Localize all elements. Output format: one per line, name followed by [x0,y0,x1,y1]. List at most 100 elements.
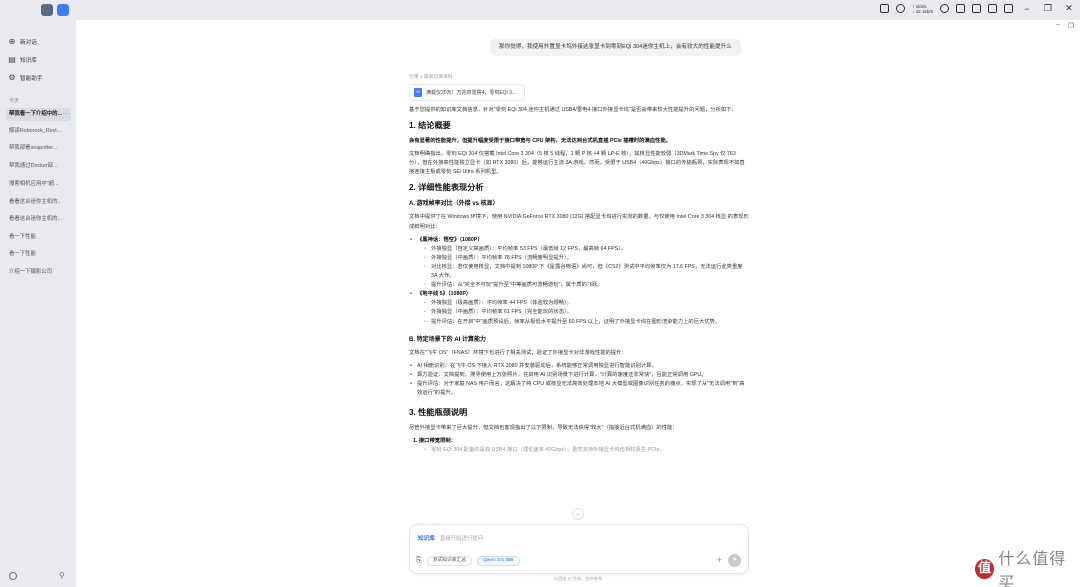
sidebar-item-label: 新对话 [20,40,37,46]
list-item: 提升评估：从"完全不可玩"提升至"中等画质可流畅游玩"，属于质的飞跃。 [423,281,749,290]
watermark-text: 什么值得买 [998,549,1067,587]
summary-text: 文档明确指出，零刻 EQi 304 仅搭载 Intel Core 3 304（5… [409,151,745,176]
conversation-item[interactable]: 帮我看一下介绍中的... ··· [6,108,71,121]
attachment-icon[interactable]: ⎘ [416,557,422,565]
conversation-title: 看一下性能 [9,251,36,257]
watermark: 值 什么值得买 [975,545,1080,587]
list-item: 对比核显：若仅使用核显，文档中提到 1080P 下《星露谷物语》尚可，但《CS2… [423,263,749,281]
tips-icon[interactable]: ⚲ [59,571,65,580]
settings-icon[interactable] [9,572,17,580]
app-launcher-icon[interactable] [41,4,53,16]
maximize-icon[interactable]: ❐ [1068,22,1074,30]
message-icon[interactable] [956,4,965,13]
window-controls: − ❐ [1056,22,1074,30]
send-button[interactable]: ➤ [728,554,741,567]
conversation-title: 帮我部署snapotter... [9,145,58,151]
heading-detail: 2. 详细性能表现分析 [409,183,484,193]
conversation-title: 帮我看一下介绍中的... [9,111,63,117]
more-icon[interactable]: ··· [63,108,68,121]
system-tray: ↑ 1kb/s ↓ 42.1kb/s − ❐ ✕ [880,3,1076,14]
scroll-down-button[interactable]: ⌄ [572,508,584,520]
conversation-title: 看看这台迷你主机的... [9,199,63,205]
list-item: 提升评估：在开启"中"画质预设后，帧率从极低水平提升至 60 FPS 以上，证明… [423,318,749,327]
conversation-item[interactable]: 看看这台迷你主机的... [6,213,71,226]
conversation-item[interactable]: 看一下性能 [6,248,71,261]
notification-icon[interactable] [972,4,981,13]
conversation-title: 帮我通过Docker部... [9,163,58,169]
list-item: 外接独显（中画质）：平均帧率 61 FPS（完全能玩的状态）。 [423,308,749,317]
list-item: 提升评估：对于家庭 NAS 用户而言，这解决了纯 CPU 或核显无法高效处理本地… [409,380,749,398]
conversation-title: 看一下性能 [9,234,36,240]
conversation-item[interactable]: 解读Roborock_Revi... [6,125,71,138]
conversation-title: 介绍一下摄影公司 [9,269,53,275]
minimize-icon[interactable]: − [1020,4,1034,14]
user-icon[interactable] [988,4,997,13]
sidebar-item-new-chat[interactable]: ⊕ 新对话 [8,37,37,47]
close-icon[interactable]: ✕ [1062,3,1076,14]
heading-bottleneck: 3. 性能瓶颈说明 [409,408,468,418]
conversation-title: 解读Roborock_Revi... [9,128,62,134]
network-down-speed: ↓ 42.1kb/s [912,8,933,14]
maximize-icon[interactable]: ❐ [1041,3,1055,14]
game-title: 《地平线 5》（1080P） [417,291,472,298]
answer-intro: 基于您提供的知识库文档信息，针对"零刻 EQi 304 迷你主机通过 USB4/… [409,107,737,113]
sidebar-item-label: 智能助手 [20,76,43,82]
summary-bold: 会有显著的性能提升，但提升幅度受限于接口带宽与 CPU 架构，无法达到台式机直插… [409,138,671,145]
list-item: 算力验证：文档提到，搜寻使用上万张照片，在启用 AI 识别场景下进行计算，"计算… [409,371,749,380]
games-intro: 文档中提供了在 Windows 环境下，使用 NVIDIA GeForce RT… [409,214,749,230]
cloud-icon[interactable] [896,4,906,13]
conversation-item[interactable]: 看看这台迷你主机的... [6,196,71,209]
heading-ai: B. 特定场景下的 AI 计算能力 [409,336,487,343]
list-item: 1. 接口带宽限制： [413,438,456,445]
grid-icon[interactable] [1004,4,1013,13]
heading-summary: 1. 结论概要 [409,121,451,131]
user-message: 那你觉得，我使用外置显卡坞外接这张显卡到零刻EQi 304迷你主机上，会有较大的… [490,39,741,56]
chat-app-icon[interactable] [57,4,69,16]
conversation-title: 搜索相机应用中"超... [9,181,59,187]
model-selector[interactable]: Qwen 3.5 35B [477,556,520,566]
reference-title: 满载仅20瓦！万兆双雷雳4，零刻EQi 3... [426,90,517,96]
conversation-title: 看看这台迷你主机的... [9,216,63,222]
sidebar-section-today: 今天 [9,98,20,104]
conversation-item[interactable]: 搜索相机应用中"超... [6,178,71,191]
robot-icon: ⚙ [8,73,16,82]
chat-input-box[interactable]: 知识库 直接开始进行提问 ⎘ 测试知识库汇总 Qwen 3.5 35B + ➤ [409,524,749,574]
list-item: AI 相册识别：在飞牛 OS 下接入 RTX 3080 并安装驱动后，系统能够正… [409,362,749,371]
minimize-icon[interactable]: − [1056,22,1060,30]
document-icon: W [414,88,422,97]
knowledge-base-selector[interactable]: 测试知识库汇总 [426,556,473,566]
heading-games: A. 游戏帧率对比（外接 vs 核显） [409,201,499,208]
list-item: 外接独显（自定义高画质）：平均帧率 53 FPS（最低帧 12 FPS，最高帧 … [423,245,749,254]
knowledge-base-tag[interactable]: 知识库 [418,534,435,542]
clock-icon[interactable] [940,4,949,13]
chat-input[interactable]: 直接开始进行提问 [440,534,483,542]
sidebar-item-label: 知识库 [20,58,37,64]
home-icon[interactable] [880,4,890,13]
add-icon[interactable]: + [717,555,722,565]
conversation-item[interactable]: 帮我部署snapotter... [6,142,71,155]
ai-list: AI 相册识别：在飞牛 OS 下接入 RTX 3080 并安装驱动后，系统能够正… [409,362,749,398]
list-item: 零刻 EQi 304 配备的是双 USB4 接口（理论速率 40Gbps），虽然… [423,446,749,455]
conversation-item[interactable]: 帮我通过Docker部... [6,160,71,173]
list-item: 外接独显（中画质）：平均帧率 78 FPS（流畅度明显提升）。 [423,254,749,263]
game-title: 《黑神话：悟空》（1080P） [417,236,483,243]
ai-intro: 文档在"飞牛 OS"（FNAS）环境下也进行了相关测试，验证了外接显卡对非游戏性… [409,349,627,356]
top-system-bar: ↑ 1kb/s ↓ 42.1kb/s − ❐ ✕ [0,0,1080,20]
conversation-item[interactable]: 看一下性能 [6,231,71,244]
conversation-item[interactable]: 介绍一下摄影公司 [6,266,71,279]
sidebar-item-knowledge-base[interactable]: ▤ 知识库 [8,55,37,65]
reference-label: 引用 1 篇知识库资料 [409,75,453,80]
reference-card[interactable]: W 满载仅20瓦！万兆双雷雳4，零刻EQi 3... [409,84,525,101]
assistant-answer: 基于您提供的知识库文档信息，针对"零刻 EQi 304 迷你主机通过 USB4/… [409,106,749,455]
new-chat-icon: ⊕ [8,37,16,46]
taskbar-apps [41,4,69,16]
games-list: 《黑神话：悟空》（1080P） 外接独显（自定义高画质）：平均帧率 53 FPS… [409,236,749,327]
watermark-logo: 值 [975,559,995,579]
ai-disclaimer: 内容由 AI 生成，仅供参考 [554,576,603,581]
bottleneck-list: 1. 接口带宽限制： 零刻 EQi 304 配备的是双 USB4 接口（理论速率… [409,437,749,455]
sidebar: ⊕ 新对话 ▤ 知识库 ⚙ 智能助手 今天 帮我看一下介绍中的... ··· 解… [0,20,76,587]
list-item: 外接独显（极高画质）：平均帧率 44 FPS（体验较为顺畅）。 [423,299,749,308]
book-icon: ▤ [8,55,16,64]
sidebar-item-assistant[interactable]: ⚙ 智能助手 [8,73,43,83]
chat-main: − ❐ 那你觉得，我使用外置显卡坞外接这张显卡到零刻EQi 304迷你主机上，会… [76,20,1080,587]
